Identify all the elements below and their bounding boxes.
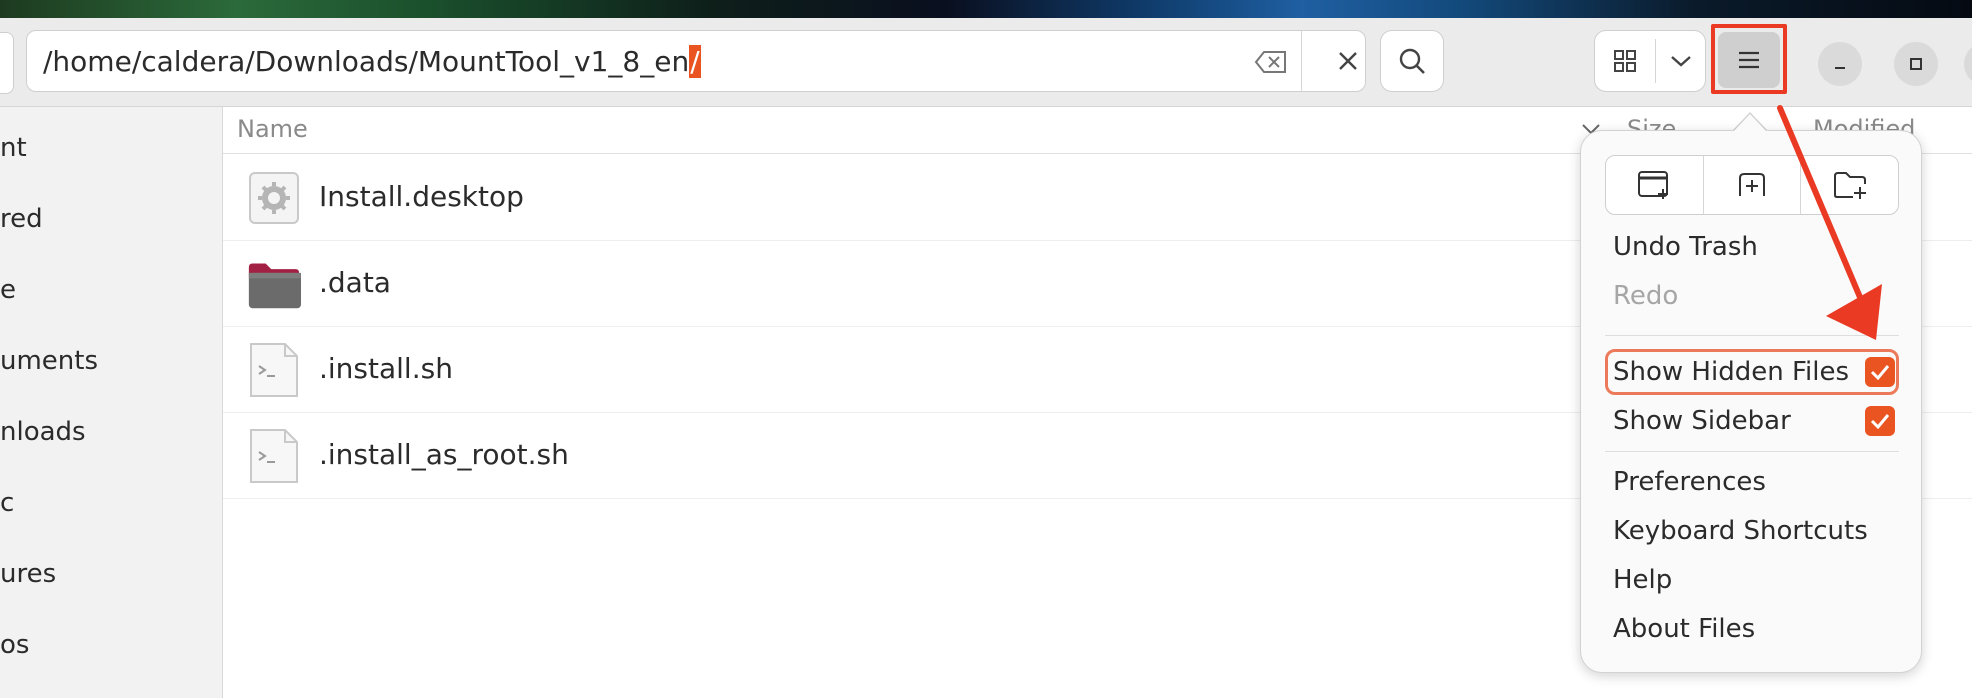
sidebar-item-recent[interactable]: nt — [0, 133, 27, 173]
grid-view-button[interactable] — [1595, 31, 1655, 91]
menu-undo-trash[interactable]: Undo Trash — [1591, 225, 1913, 269]
close-window-button[interactable] — [1964, 42, 1972, 86]
path-cursor: / — [689, 45, 701, 78]
menu-redo[interactable]: Redo — [1591, 274, 1913, 318]
menu-show-sidebar-label: Show Sidebar — [1613, 406, 1791, 436]
folder-icon — [248, 263, 301, 309]
menu-help[interactable]: Help — [1591, 558, 1913, 602]
file-name: .install.sh — [319, 352, 453, 385]
menu-preferences[interactable]: Preferences — [1591, 460, 1913, 504]
show-sidebar-checkbox[interactable] — [1865, 406, 1895, 436]
sidebar-item-downloads[interactable]: nloads — [0, 417, 86, 457]
grid-icon — [1614, 50, 1636, 72]
menu-show-sidebar[interactable]: Show Sidebar — [1591, 399, 1913, 443]
search-icon — [1399, 48, 1425, 74]
view-divider — [1655, 39, 1656, 83]
sidebar: nt red e uments nloads c ures os — [0, 107, 223, 698]
close-location-icon[interactable] — [1333, 43, 1363, 79]
sidebar-item-pictures[interactable]: ures — [0, 559, 56, 599]
new-window-button[interactable] — [1606, 156, 1704, 214]
new-tab-icon — [1739, 173, 1765, 196]
main-menu-popover: Undo Trash Redo Show Hidden Files Show S… — [1580, 130, 1922, 673]
header-bar: /home/caldera/Downloads/MountTool_v1_8_e… — [0, 18, 1972, 107]
file-name: Install.desktop — [319, 180, 524, 213]
chevron-down-icon — [1671, 56, 1691, 67]
column-name[interactable]: Name — [237, 115, 308, 143]
popover-tip — [1734, 114, 1766, 131]
maximize-icon — [1910, 58, 1922, 70]
file-name: .install_as_root.sh — [319, 438, 569, 471]
pathbar-divider — [1301, 31, 1302, 91]
menu-keyboard-shortcuts[interactable]: Keyboard Shortcuts — [1591, 509, 1913, 553]
popover-action-row — [1605, 155, 1899, 215]
annotation-box — [1711, 24, 1787, 94]
search-button[interactable] — [1380, 30, 1444, 92]
file-name: .data — [319, 266, 391, 299]
minimize-button[interactable] — [1818, 42, 1862, 86]
sidebar-item-documents[interactable]: uments — [0, 346, 98, 386]
script-file-icon — [250, 343, 298, 397]
sidebar-item-music[interactable]: c — [0, 488, 14, 528]
sidebar-item-starred[interactable]: red — [0, 204, 43, 244]
minimize-icon — [1835, 67, 1845, 69]
script-file-icon — [250, 429, 298, 483]
clear-text-icon[interactable] — [1249, 48, 1293, 76]
checkmark-icon — [1870, 414, 1890, 429]
new-folder-button[interactable] — [1801, 156, 1898, 214]
settings-file-icon — [249, 172, 299, 224]
menu-about-files[interactable]: About Files — [1591, 607, 1913, 651]
path-text[interactable]: /home/caldera/Downloads/MountTool_v1_8_e… — [43, 45, 701, 78]
sidebar-item-videos[interactable]: os — [0, 630, 29, 670]
hover-highlight — [1605, 349, 1899, 395]
view-toggle-group — [1594, 30, 1706, 92]
desktop-wallpaper-strip — [0, 0, 1972, 18]
menu-separator — [1605, 451, 1899, 452]
new-window-icon — [1638, 171, 1669, 199]
new-folder-icon — [1833, 172, 1866, 199]
path-input[interactable]: /home/caldera/Downloads/MountTool_v1_8_e… — [26, 30, 1366, 92]
back-button-partial[interactable] — [0, 32, 14, 94]
menu-separator — [1605, 335, 1899, 336]
sidebar-item-home[interactable]: e — [0, 275, 16, 315]
new-tab-button[interactable] — [1704, 156, 1802, 214]
view-options-button[interactable] — [1657, 31, 1705, 91]
maximize-button[interactable] — [1894, 42, 1938, 86]
